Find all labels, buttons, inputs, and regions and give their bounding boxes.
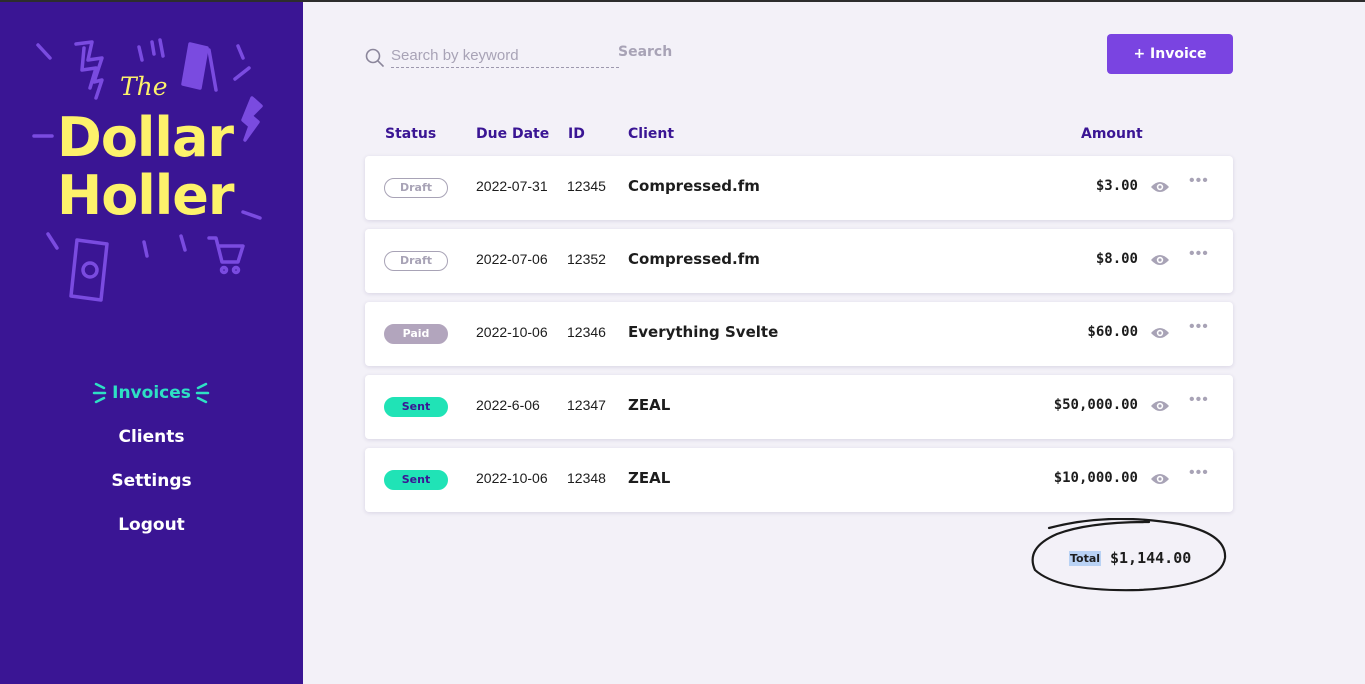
table-row[interactable]: Sent 2022-6-06 12347 ZEAL $50,000.00 •••	[365, 375, 1233, 439]
table-row[interactable]: Draft 2022-07-31 12345 Compressed.fm $3.…	[365, 156, 1233, 220]
more-icon[interactable]: •••	[1189, 172, 1209, 190]
nav-item-label: Settings	[111, 471, 192, 491]
logo-dollar-text: Dollar	[57, 106, 234, 169]
nav-item-clients[interactable]: Clients	[0, 418, 303, 462]
client-name: ZEAL	[628, 469, 671, 487]
spark-right-icon	[195, 382, 210, 404]
more-icon[interactable]: •••	[1189, 318, 1209, 336]
nav-item-settings[interactable]: Settings	[0, 462, 303, 506]
invoice-id: 12348	[567, 470, 606, 486]
due-date: 2022-07-06	[476, 251, 548, 267]
more-icon[interactable]: •••	[1189, 464, 1209, 482]
header-due-date[interactable]: Due Date	[476, 126, 549, 142]
due-date: 2022-10-06	[476, 470, 548, 486]
status-badge: Paid	[384, 324, 448, 344]
more-icon[interactable]: •••	[1189, 245, 1209, 263]
logo-the-text: The	[120, 72, 168, 101]
search-button[interactable]: Search	[618, 44, 672, 60]
client-name: ZEAL	[628, 396, 671, 414]
due-date: 2022-6-06	[476, 397, 540, 413]
client-name: Compressed.fm	[628, 177, 760, 195]
spark-left-icon	[92, 382, 107, 404]
invoice-id: 12346	[567, 324, 606, 340]
header-id[interactable]: ID	[568, 126, 585, 142]
header-amount[interactable]: Amount	[1081, 126, 1143, 142]
new-invoice-button[interactable]: + Invoice	[1107, 34, 1233, 74]
eye-icon[interactable]	[1150, 398, 1170, 414]
nav-item-label: Invoices	[112, 383, 191, 403]
total-summary: Total $1,144.00	[1029, 518, 1231, 596]
table-header: Status Due Date ID Client Amount	[365, 126, 1233, 148]
client-name: Everything Svelte	[628, 323, 779, 341]
client-name: Compressed.fm	[628, 250, 760, 268]
header-client[interactable]: Client	[628, 126, 674, 142]
header-status[interactable]: Status	[385, 126, 436, 142]
nav-item-label: Clients	[118, 427, 185, 447]
status-badge: Draft	[384, 178, 448, 198]
nav-item-invoices[interactable]: Invoices	[0, 374, 303, 418]
table-row[interactable]: Draft 2022-07-06 12352 Compressed.fm $8.…	[365, 229, 1233, 293]
invoice-id: 12347	[567, 397, 606, 413]
main-content: Search + Invoice Status Due Date ID Clie…	[303, 2, 1365, 684]
search-input[interactable]	[391, 44, 619, 68]
amount: $50,000.00	[1053, 397, 1138, 413]
status-badge: Sent	[384, 397, 448, 417]
main-nav: Invoices Clients Settings Logout	[0, 374, 303, 550]
amount: $8.00	[1095, 251, 1138, 267]
more-icon[interactable]: •••	[1189, 391, 1209, 409]
sidebar: The Dollar Holler Invoices Clients Setti…	[0, 2, 303, 684]
table-row[interactable]: Sent 2022-10-06 12348 ZEAL $10,000.00 ••…	[365, 448, 1233, 512]
total-value: $1,144.00	[1110, 549, 1192, 567]
invoice-list: Draft 2022-07-31 12345 Compressed.fm $3.…	[365, 156, 1233, 521]
total-label: Total	[1069, 551, 1102, 566]
search-icon	[365, 48, 384, 67]
amount: $10,000.00	[1053, 470, 1138, 486]
nav-item-label: Logout	[118, 515, 185, 535]
amount: $3.00	[1095, 178, 1138, 194]
amount: $60.00	[1087, 324, 1138, 340]
invoice-id: 12345	[567, 178, 606, 194]
due-date: 2022-07-31	[476, 178, 548, 194]
table-row[interactable]: Paid 2022-10-06 12346 Everything Svelte …	[365, 302, 1233, 366]
status-badge: Draft	[384, 251, 448, 271]
nav-item-logout[interactable]: Logout	[0, 506, 303, 550]
eye-icon[interactable]	[1150, 325, 1170, 341]
status-badge: Sent	[384, 470, 448, 490]
invoice-id: 12352	[567, 251, 606, 267]
logo-holler-text: Holler	[57, 164, 235, 227]
eye-icon[interactable]	[1150, 471, 1170, 487]
eye-icon[interactable]	[1150, 252, 1170, 268]
due-date: 2022-10-06	[476, 324, 548, 340]
eye-icon[interactable]	[1150, 179, 1170, 195]
